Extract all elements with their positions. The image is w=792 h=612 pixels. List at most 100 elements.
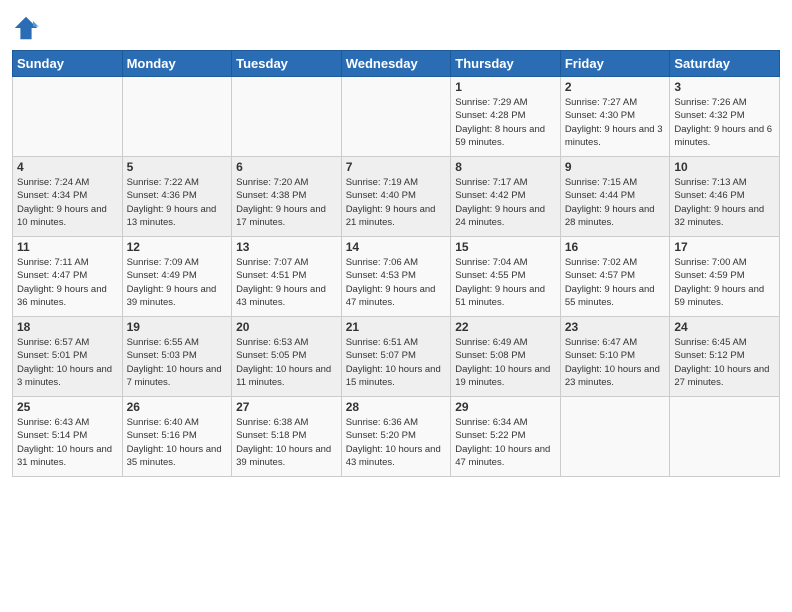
logo-icon: [12, 14, 40, 42]
day-number: 3: [674, 80, 775, 94]
day-number: 8: [455, 160, 556, 174]
day-cell: 20 Sunrise: 6:53 AMSunset: 5:05 PMDayligh…: [232, 317, 342, 397]
day-info: Sunrise: 7:15 AMSunset: 4:44 PMDaylight:…: [565, 176, 666, 229]
week-row-1: 4 Sunrise: 7:24 AMSunset: 4:34 PMDaylight…: [13, 157, 780, 237]
day-cell: 6 Sunrise: 7:20 AMSunset: 4:38 PMDaylight…: [232, 157, 342, 237]
day-info: Sunrise: 6:55 AMSunset: 5:03 PMDaylight:…: [127, 336, 228, 389]
day-number: 23: [565, 320, 666, 334]
day-cell: 7 Sunrise: 7:19 AMSunset: 4:40 PMDaylight…: [341, 157, 451, 237]
day-cell: 25 Sunrise: 6:43 AMSunset: 5:14 PMDayligh…: [13, 397, 123, 477]
calendar-container: SundayMondayTuesdayWednesdayThursdayFrid…: [0, 0, 792, 485]
calendar-table: SundayMondayTuesdayWednesdayThursdayFrid…: [12, 50, 780, 477]
day-info: Sunrise: 6:34 AMSunset: 5:22 PMDaylight:…: [455, 416, 556, 469]
day-cell: 24 Sunrise: 6:45 AMSunset: 5:12 PMDayligh…: [670, 317, 780, 397]
day-header-thursday: Thursday: [451, 51, 561, 77]
day-number: 20: [236, 320, 337, 334]
day-info: Sunrise: 7:09 AMSunset: 4:49 PMDaylight:…: [127, 256, 228, 309]
day-info: Sunrise: 7:11 AMSunset: 4:47 PMDaylight:…: [17, 256, 118, 309]
day-cell: 5 Sunrise: 7:22 AMSunset: 4:36 PMDaylight…: [122, 157, 232, 237]
day-cell: 16 Sunrise: 7:02 AMSunset: 4:57 PMDayligh…: [560, 237, 670, 317]
day-cell: 22 Sunrise: 6:49 AMSunset: 5:08 PMDayligh…: [451, 317, 561, 397]
day-cell: [13, 77, 123, 157]
day-info: Sunrise: 7:07 AMSunset: 4:51 PMDaylight:…: [236, 256, 337, 309]
day-cell: [341, 77, 451, 157]
day-number: 16: [565, 240, 666, 254]
day-header-wednesday: Wednesday: [341, 51, 451, 77]
day-info: Sunrise: 7:04 AMSunset: 4:55 PMDaylight:…: [455, 256, 556, 309]
day-info: Sunrise: 6:45 AMSunset: 5:12 PMDaylight:…: [674, 336, 775, 389]
day-info: Sunrise: 6:43 AMSunset: 5:14 PMDaylight:…: [17, 416, 118, 469]
day-info: Sunrise: 7:13 AMSunset: 4:46 PMDaylight:…: [674, 176, 775, 229]
day-number: 26: [127, 400, 228, 414]
day-info: Sunrise: 7:22 AMSunset: 4:36 PMDaylight:…: [127, 176, 228, 229]
day-info: Sunrise: 6:57 AMSunset: 5:01 PMDaylight:…: [17, 336, 118, 389]
calendar-header: [12, 10, 780, 42]
day-cell: 8 Sunrise: 7:17 AMSunset: 4:42 PMDaylight…: [451, 157, 561, 237]
days-header-row: SundayMondayTuesdayWednesdayThursdayFrid…: [13, 51, 780, 77]
day-info: Sunrise: 6:49 AMSunset: 5:08 PMDaylight:…: [455, 336, 556, 389]
day-cell: [560, 397, 670, 477]
day-number: 18: [17, 320, 118, 334]
week-row-2: 11 Sunrise: 7:11 AMSunset: 4:47 PMDayligh…: [13, 237, 780, 317]
day-number: 24: [674, 320, 775, 334]
day-cell: 12 Sunrise: 7:09 AMSunset: 4:49 PMDayligh…: [122, 237, 232, 317]
day-header-friday: Friday: [560, 51, 670, 77]
day-cell: 10 Sunrise: 7:13 AMSunset: 4:46 PMDayligh…: [670, 157, 780, 237]
day-info: Sunrise: 7:02 AMSunset: 4:57 PMDaylight:…: [565, 256, 666, 309]
day-number: 15: [455, 240, 556, 254]
day-number: 2: [565, 80, 666, 94]
day-cell: 15 Sunrise: 7:04 AMSunset: 4:55 PMDayligh…: [451, 237, 561, 317]
day-info: Sunrise: 7:20 AMSunset: 4:38 PMDaylight:…: [236, 176, 337, 229]
day-header-saturday: Saturday: [670, 51, 780, 77]
day-cell: [122, 77, 232, 157]
logo: [12, 14, 42, 42]
day-number: 17: [674, 240, 775, 254]
day-cell: 23Sunrise: 6:47 AMSunset: 5:10 PMDayligh…: [560, 317, 670, 397]
week-row-4: 25 Sunrise: 6:43 AMSunset: 5:14 PMDayligh…: [13, 397, 780, 477]
day-number: 22: [455, 320, 556, 334]
day-info: Sunrise: 7:29 AMSunset: 4:28 PMDaylight:…: [455, 96, 556, 149]
day-info: Sunrise: 6:40 AMSunset: 5:16 PMDaylight:…: [127, 416, 228, 469]
day-number: 28: [346, 400, 447, 414]
day-cell: 19 Sunrise: 6:55 AMSunset: 5:03 PMDayligh…: [122, 317, 232, 397]
day-number: 6: [236, 160, 337, 174]
day-number: 12: [127, 240, 228, 254]
day-cell: [232, 77, 342, 157]
day-info: Sunrise: 7:19 AMSunset: 4:40 PMDaylight:…: [346, 176, 447, 229]
day-number: 21: [346, 320, 447, 334]
day-number: 19: [127, 320, 228, 334]
day-cell: 29 Sunrise: 6:34 AMSunset: 5:22 PMDayligh…: [451, 397, 561, 477]
day-number: 25: [17, 400, 118, 414]
day-cell: [670, 397, 780, 477]
day-header-sunday: Sunday: [13, 51, 123, 77]
day-number: 10: [674, 160, 775, 174]
day-cell: 13 Sunrise: 7:07 AMSunset: 4:51 PMDayligh…: [232, 237, 342, 317]
day-info: Sunrise: 6:38 AMSunset: 5:18 PMDaylight:…: [236, 416, 337, 469]
day-number: 7: [346, 160, 447, 174]
day-cell: 14Sunrise: 7:06 AMSunset: 4:53 PMDayligh…: [341, 237, 451, 317]
day-info: Sunrise: 6:36 AMSunset: 5:20 PMDaylight:…: [346, 416, 447, 469]
day-cell: 4 Sunrise: 7:24 AMSunset: 4:34 PMDaylight…: [13, 157, 123, 237]
day-info: Sunrise: 7:24 AMSunset: 4:34 PMDaylight:…: [17, 176, 118, 229]
day-cell: 2 Sunrise: 7:27 AMSunset: 4:30 PMDaylight…: [560, 77, 670, 157]
day-header-tuesday: Tuesday: [232, 51, 342, 77]
day-number: 13: [236, 240, 337, 254]
week-row-0: 1Sunrise: 7:29 AMSunset: 4:28 PMDaylight…: [13, 77, 780, 157]
day-number: 4: [17, 160, 118, 174]
day-number: 14: [346, 240, 447, 254]
day-info: Sunrise: 7:27 AMSunset: 4:30 PMDaylight:…: [565, 96, 666, 149]
day-info: Sunrise: 7:00 AMSunset: 4:59 PMDaylight:…: [674, 256, 775, 309]
day-header-monday: Monday: [122, 51, 232, 77]
day-number: 5: [127, 160, 228, 174]
day-info: Sunrise: 6:53 AMSunset: 5:05 PMDaylight:…: [236, 336, 337, 389]
day-number: 11: [17, 240, 118, 254]
day-cell: 21Sunrise: 6:51 AMSunset: 5:07 PMDayligh…: [341, 317, 451, 397]
day-cell: 11 Sunrise: 7:11 AMSunset: 4:47 PMDayligh…: [13, 237, 123, 317]
day-cell: 1Sunrise: 7:29 AMSunset: 4:28 PMDaylight…: [451, 77, 561, 157]
day-cell: 28 Sunrise: 6:36 AMSunset: 5:20 PMDayligh…: [341, 397, 451, 477]
day-info: Sunrise: 7:17 AMSunset: 4:42 PMDaylight:…: [455, 176, 556, 229]
day-cell: 27Sunrise: 6:38 AMSunset: 5:18 PMDayligh…: [232, 397, 342, 477]
day-cell: 9 Sunrise: 7:15 AMSunset: 4:44 PMDaylight…: [560, 157, 670, 237]
day-number: 29: [455, 400, 556, 414]
day-number: 9: [565, 160, 666, 174]
